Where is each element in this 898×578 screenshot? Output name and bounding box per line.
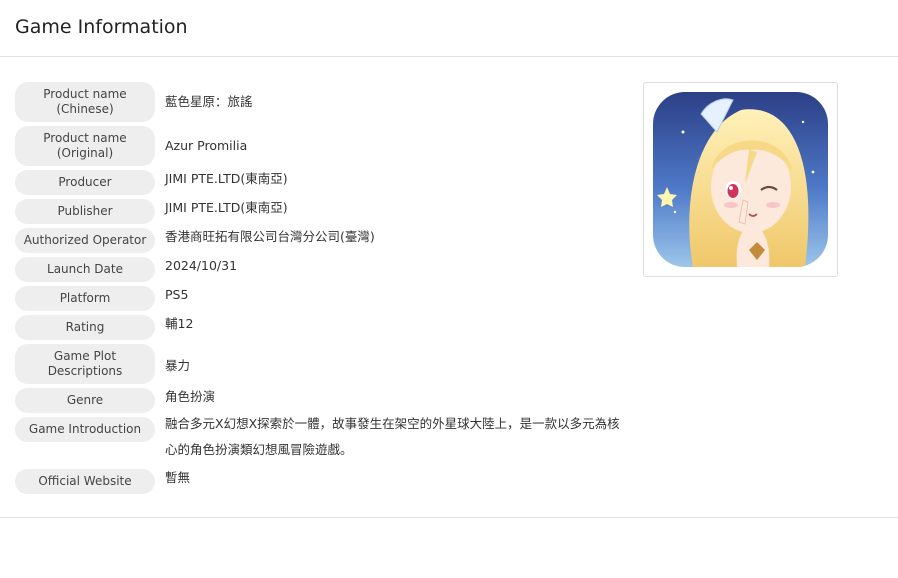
label-product-name-chinese: Product name (Chinese) xyxy=(15,82,155,122)
info-row-rating: Rating 輔12 xyxy=(15,315,635,340)
info-row-producer: Producer JIMI PTE.LTD(東南亞) xyxy=(15,170,635,195)
value-game-plot-descriptions: 暴力 xyxy=(165,358,191,373)
label-authorized-operator: Authorized Operator xyxy=(15,228,155,253)
info-row-game-introduction: Game Introduction 融合多元X幻想X探索於一體，故事發生在架空的… xyxy=(15,416,635,463)
value-platform: PS5 xyxy=(165,287,189,302)
value-launch-date: 2024/10/31 xyxy=(165,258,238,273)
value-producer: JIMI PTE.LTD(東南亞) xyxy=(165,171,288,186)
value-genre: 角色扮演 xyxy=(165,389,216,404)
label-game-plot-descriptions: Game Plot Descriptions xyxy=(15,344,155,384)
info-row-official-website: Official Website 暫無 xyxy=(15,469,635,494)
page-title: Game Information xyxy=(15,16,188,38)
info-row-product-name-chinese: Product name (Chinese) 藍色星原：旅謠 xyxy=(15,82,635,122)
game-image-card xyxy=(643,82,838,277)
game-icon-image xyxy=(653,92,828,267)
value-rating: 輔12 xyxy=(165,316,194,331)
label-genre: Genre xyxy=(15,388,155,413)
value-product-name-original: Azur Promilia xyxy=(165,138,248,153)
character-illustration-icon xyxy=(653,92,828,267)
footer-divider xyxy=(0,517,898,518)
value-official-website: 暫無 xyxy=(165,470,191,485)
value-game-introduction: 融合多元X幻想X探索於一體，故事發生在架空的外星球大陸上，是一款以多元為核 心的… xyxy=(165,416,620,457)
label-launch-date: Launch Date xyxy=(15,257,155,282)
game-info-table: Product name (Chinese) 藍色星原：旅謠 Product n… xyxy=(15,82,635,498)
info-row-publisher: Publisher JIMI PTE.LTD(東南亞) xyxy=(15,199,635,224)
info-row-platform: Platform PS5 xyxy=(15,286,635,311)
label-product-name-original: Product name (Original) xyxy=(15,126,155,166)
info-row-authorized-operator: Authorized Operator 香港商旺拓有限公司台灣分公司(臺灣) xyxy=(15,228,635,253)
label-producer: Producer xyxy=(15,170,155,195)
value-publisher: JIMI PTE.LTD(東南亞) xyxy=(165,200,288,215)
info-row-game-plot-descriptions: Game Plot Descriptions 暴力 xyxy=(15,344,635,384)
label-publisher: Publisher xyxy=(15,199,155,224)
info-row-product-name-original: Product name (Original) Azur Promilia xyxy=(15,126,635,166)
label-official-website: Official Website xyxy=(15,469,155,494)
value-product-name-chinese: 藍色星原：旅謠 xyxy=(165,94,253,109)
value-authorized-operator: 香港商旺拓有限公司台灣分公司(臺灣) xyxy=(165,229,375,244)
label-rating: Rating xyxy=(15,315,155,340)
info-row-launch-date: Launch Date 2024/10/31 xyxy=(15,257,635,282)
label-platform: Platform xyxy=(15,286,155,311)
label-game-introduction: Game Introduction xyxy=(15,417,155,442)
info-row-genre: Genre 角色扮演 xyxy=(15,388,635,413)
header-divider xyxy=(0,56,898,57)
